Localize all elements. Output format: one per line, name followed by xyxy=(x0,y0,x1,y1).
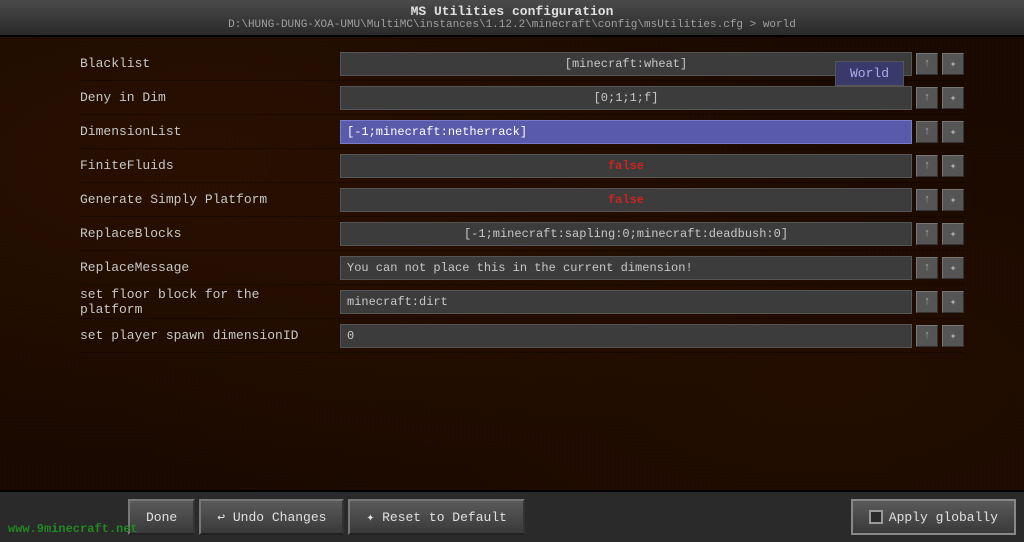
config-label: Blacklist xyxy=(80,56,340,71)
table-row: ReplaceMessage↑✦ xyxy=(80,251,964,285)
table-row: set floor block for the platform↑✦ xyxy=(80,285,964,319)
table-row: DimensionList↑✦ xyxy=(80,115,964,149)
config-value-wrapper: ↑✦ xyxy=(340,120,964,144)
arrow-icon-7[interactable]: ✦ xyxy=(942,291,964,313)
reset-icon-4[interactable]: ↑ xyxy=(916,189,938,211)
config-input-0[interactable] xyxy=(340,52,912,76)
tab-world[interactable]: World xyxy=(835,61,904,86)
reset-icon-3[interactable]: ↑ xyxy=(916,155,938,177)
reset-icon-5[interactable]: ↑ xyxy=(916,223,938,245)
arrow-icon-2[interactable]: ✦ xyxy=(942,121,964,143)
title-bar: MS Utilities configuration D:\HUNG-DUNG-… xyxy=(0,0,1024,37)
undo-button[interactable]: ↩ Undo Changes xyxy=(199,499,344,535)
reset-icon-8[interactable]: ↑ xyxy=(916,325,938,347)
arrow-icon-1[interactable]: ✦ xyxy=(942,87,964,109)
config-value-wrapper: ↑✦ xyxy=(340,222,964,246)
config-label: set player spawn dimensionID xyxy=(80,328,340,343)
arrow-icon-5[interactable]: ✦ xyxy=(942,223,964,245)
reset-icon-7[interactable]: ↑ xyxy=(916,291,938,313)
arrow-icon-3[interactable]: ✦ xyxy=(942,155,964,177)
file-path: D:\HUNG-DUNG-XOA-UMU\MultiMC\instances\1… xyxy=(8,19,1016,31)
config-label: Deny in Dim xyxy=(80,90,340,105)
config-input-5[interactable] xyxy=(340,222,912,246)
config-input-2[interactable] xyxy=(340,120,912,144)
config-label: DimensionList xyxy=(80,124,340,139)
config-label: Generate Simply Platform xyxy=(80,192,340,207)
config-input-3[interactable] xyxy=(340,154,912,178)
config-value-wrapper: ↑✦ xyxy=(340,256,964,280)
config-label: ReplaceBlocks xyxy=(80,226,340,241)
config-input-4[interactable] xyxy=(340,188,912,212)
table-row: Generate Simply Platform↑✦ xyxy=(80,183,964,217)
arrow-icon-8[interactable]: ✦ xyxy=(942,325,964,347)
table-row: set player spawn dimensionID↑✦ xyxy=(80,319,964,353)
arrow-icon-0[interactable]: ✦ xyxy=(942,53,964,75)
config-value-wrapper: ↑✦ xyxy=(340,188,964,212)
config-input-8[interactable] xyxy=(340,324,912,348)
reset-icon-6[interactable]: ↑ xyxy=(916,257,938,279)
config-content: Blacklist↑✦Deny in Dim↑✦DimensionList↑✦F… xyxy=(0,37,1024,490)
table-row: Blacklist ↑✦ xyxy=(80,47,964,81)
done-button[interactable]: Done xyxy=(128,499,195,535)
reset-label: ✦ Reset to Default xyxy=(366,510,506,525)
reset-button[interactable]: ✦ Reset to Default xyxy=(348,499,524,535)
config-label: FiniteFluids xyxy=(80,158,340,173)
config-value-wrapper: ↑✦ xyxy=(340,324,964,348)
config-input-7[interactable] xyxy=(340,290,912,314)
config-value-wrapper: ↑✦ xyxy=(340,86,964,110)
arrow-icon-4[interactable]: ✦ xyxy=(942,189,964,211)
apply-checkbox[interactable] xyxy=(869,510,883,524)
config-input-1[interactable] xyxy=(340,86,912,110)
config-value-wrapper: ↑✦ xyxy=(340,290,964,314)
footer: www.9minecraft.net Done ↩ Undo Changes ✦… xyxy=(0,490,1024,542)
undo-label: ↩ Undo Changes xyxy=(217,510,326,525)
config-label: ReplaceMessage xyxy=(80,260,340,275)
table-row: Deny in Dim↑✦ xyxy=(80,81,964,115)
config-label: set floor block for the platform xyxy=(80,287,340,317)
watermark: www.9minecraft.net xyxy=(8,522,138,536)
reset-icon-2[interactable]: ↑ xyxy=(916,121,938,143)
table-row: FiniteFluids↑✦ xyxy=(80,149,964,183)
apply-globally-button[interactable]: Apply globally xyxy=(851,499,1016,535)
apply-label: Apply globally xyxy=(889,510,998,525)
config-value-wrapper: ↑✦ xyxy=(340,154,964,178)
reset-icon-1[interactable]: ↑ xyxy=(916,87,938,109)
done-label: Done xyxy=(146,510,177,525)
table-row: ReplaceBlocks↑✦ xyxy=(80,217,964,251)
config-input-6[interactable] xyxy=(340,256,912,280)
app-title: MS Utilities configuration xyxy=(8,4,1016,19)
arrow-icon-6[interactable]: ✦ xyxy=(942,257,964,279)
reset-icon-0[interactable]: ↑ xyxy=(916,53,938,75)
